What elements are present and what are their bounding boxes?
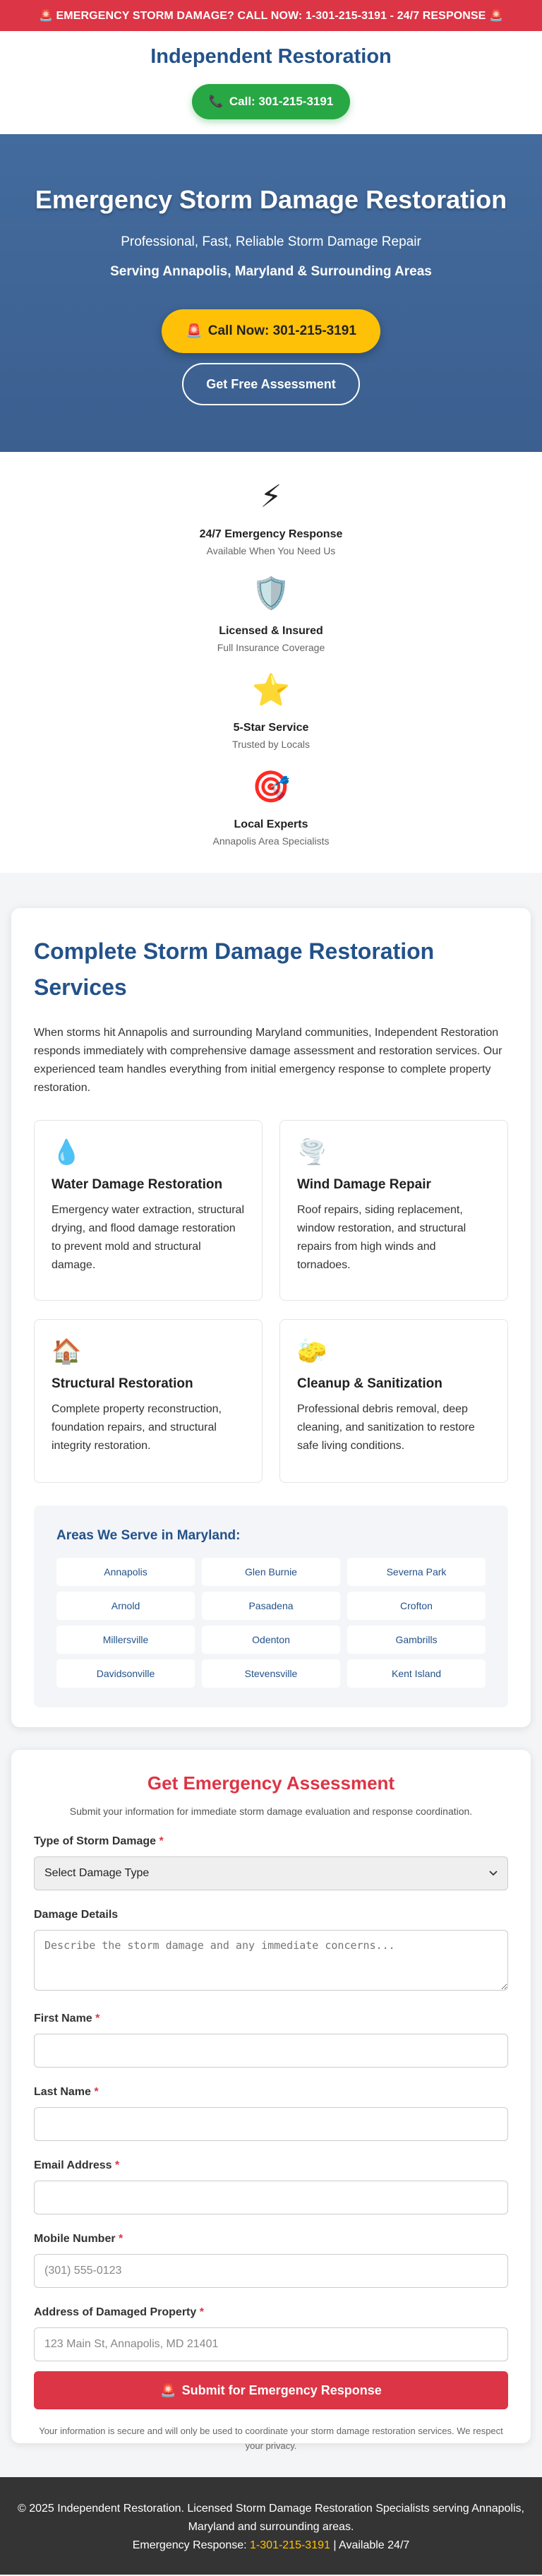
chevron-down-icon bbox=[489, 1871, 498, 1876]
free-assessment-button[interactable]: Get Free Assessment bbox=[182, 363, 360, 405]
house-icon: 🏠 bbox=[52, 1338, 82, 1365]
phone-label: Mobile Number * bbox=[34, 2233, 124, 2245]
trust-title: 24/7 Emergency Response bbox=[199, 528, 343, 540]
address-label: Address of Damaged Property * bbox=[34, 2306, 204, 2318]
hero-location: Serving Annapolis, Maryland & Surroundin… bbox=[110, 264, 432, 279]
phone-icon: 📞 bbox=[208, 95, 224, 108]
submit-label: Submit for Emergency Response bbox=[181, 2383, 382, 2397]
email-field[interactable] bbox=[34, 2181, 508, 2214]
service-card: 🌪️ Wind Damage Repair Roof repairs, sidi… bbox=[279, 1120, 508, 1301]
damage-type-label: Type of Storm Damage * bbox=[34, 1835, 164, 1847]
address-field[interactable] bbox=[34, 2327, 508, 2361]
service-card: 💧 Water Damage Restoration Emergency wat… bbox=[34, 1120, 263, 1301]
call-now-label: Call Now: 301-215-3191 bbox=[207, 323, 356, 338]
last-name-field[interactable] bbox=[34, 2107, 508, 2141]
assessment-form: Get Emergency Assessment Submit your inf… bbox=[11, 1750, 531, 2451]
trust-subtitle: Full Insurance Coverage bbox=[217, 642, 325, 653]
services-intro: When storms hit Annapolis and surroundin… bbox=[34, 1027, 502, 1094]
first-name-field[interactable] bbox=[34, 2034, 508, 2068]
area-item: Crofton bbox=[347, 1592, 486, 1620]
tornado-icon: 🌪️ bbox=[297, 1139, 327, 1166]
trust-item: ⚡ 24/7 Emergency Response Available When… bbox=[200, 479, 343, 576]
services-section: Complete Storm Damage Restoration Servic… bbox=[11, 908, 531, 1727]
hero-section: Emergency Storm Damage Restoration Profe… bbox=[0, 134, 542, 452]
submit-button[interactable]: 🚨 Submit for Emergency Response bbox=[34, 2371, 508, 2409]
email-label: Email Address * bbox=[34, 2159, 120, 2171]
trust-badges: ⚡ 24/7 Emergency Response Available When… bbox=[0, 452, 542, 873]
trust-item: ⭐ 5-Star Service Trusted by Locals bbox=[232, 672, 310, 769]
trust-title: 5-Star Service bbox=[233, 722, 309, 734]
area-item: Severna Park bbox=[347, 1558, 486, 1586]
trust-item: 🛡️ Licensed & Insured Full Insurance Cov… bbox=[217, 576, 325, 672]
area-item: Pasadena bbox=[202, 1592, 340, 1620]
area-item: Gambrills bbox=[347, 1626, 486, 1654]
emergency-banner: 🚨 EMERGENCY STORM DAMAGE? CALL NOW: 1-30… bbox=[0, 0, 542, 31]
call-button[interactable]: 📞 Call: 301-215-3191 bbox=[191, 84, 351, 119]
first-name-label: First Name * bbox=[34, 2012, 100, 2025]
areas-title: Areas We Serve in Maryland: bbox=[56, 1528, 241, 1543]
call-now-button[interactable]: 🚨 Call Now: 301-215-3191 bbox=[162, 309, 380, 353]
area-item: Annapolis bbox=[56, 1558, 195, 1586]
area-item: Stevensville bbox=[202, 1659, 340, 1688]
footer-phone-link[interactable]: 1-301-215-3191 bbox=[250, 2539, 330, 2551]
damage-type-value: Select Damage Type bbox=[44, 1867, 150, 1879]
star-icon: ⭐ bbox=[251, 673, 291, 708]
service-description: Complete property reconstruction, founda… bbox=[52, 1403, 222, 1452]
form-note: Submit your information for immediate st… bbox=[69, 1806, 473, 1817]
service-areas: Areas We Serve in Maryland: Annapolis Gl… bbox=[34, 1505, 508, 1707]
siren-icon: 🚨 bbox=[160, 2383, 176, 2397]
shield-icon: 🛡️ bbox=[251, 576, 291, 611]
service-card: 🧽 Cleanup & Sanitization Professional de… bbox=[279, 1319, 508, 1483]
form-title: Get Emergency Assessment bbox=[147, 1772, 395, 1794]
trust-title: Licensed & Insured bbox=[219, 625, 323, 637]
area-item: Arnold bbox=[56, 1592, 195, 1620]
trust-subtitle: Annapolis Area Specialists bbox=[212, 835, 330, 847]
area-item: Millersville bbox=[56, 1626, 195, 1654]
service-description: Emergency water extraction, structural d… bbox=[52, 1204, 244, 1271]
call-button-label: Call: 301-215-3191 bbox=[229, 95, 334, 108]
hero-title: Emergency Storm Damage Restoration bbox=[35, 185, 507, 214]
target-icon: 🎯 bbox=[251, 770, 291, 804]
service-title: Water Damage Restoration bbox=[52, 1177, 223, 1192]
damage-type-select[interactable]: Select Damage Type bbox=[34, 1856, 508, 1890]
area-item: Glen Burnie bbox=[202, 1558, 340, 1586]
details-label: Damage Details bbox=[34, 1909, 119, 1921]
area-item: Odenton bbox=[202, 1626, 340, 1654]
sponge-icon: 🧽 bbox=[297, 1338, 327, 1365]
lightning-icon: ⚡ bbox=[260, 479, 282, 514]
last-name-label: Last Name * bbox=[34, 2086, 99, 2098]
areas-grid: Annapolis Glen Burnie Severna Park Arnol… bbox=[56, 1558, 486, 1688]
privacy-note: Your information is secure and will only… bbox=[39, 2426, 503, 2451]
service-title: Wind Damage Repair bbox=[297, 1177, 431, 1192]
brand-name: Independent Restoration bbox=[150, 45, 392, 68]
trust-subtitle: Trusted by Locals bbox=[232, 739, 310, 750]
phone-field[interactable] bbox=[34, 2254, 508, 2288]
site-footer: © 2025 Independent Restoration. Licensed… bbox=[0, 2477, 542, 2575]
service-description: Professional debris removal, deep cleani… bbox=[297, 1403, 475, 1452]
service-title: Cleanup & Sanitization bbox=[297, 1376, 442, 1391]
services-title: Complete Storm Damage Restoration Servic… bbox=[34, 938, 435, 1000]
siren-icon: 🚨 bbox=[186, 324, 203, 339]
services-grid: 💧 Water Damage Restoration Emergency wat… bbox=[34, 1120, 508, 1483]
service-description: Roof repairs, siding replacement, window… bbox=[297, 1204, 466, 1271]
trust-item: 🎯 Local Experts Annapolis Area Specialis… bbox=[213, 769, 330, 866]
damage-details-field[interactable] bbox=[34, 1930, 508, 1991]
service-title: Structural Restoration bbox=[52, 1376, 193, 1391]
area-item: Kent Island bbox=[347, 1659, 486, 1688]
area-item: Davidsonville bbox=[56, 1659, 195, 1688]
trust-subtitle: Available When You Need Us bbox=[206, 545, 336, 556]
hero-subtitle: Professional, Fast, Reliable Storm Damag… bbox=[121, 234, 421, 249]
water-drop-icon: 💧 bbox=[52, 1139, 82, 1166]
footer-copyright: © 2025 Independent Restoration. Licensed… bbox=[18, 2503, 524, 2533]
trust-title: Local Experts bbox=[234, 818, 308, 830]
site-header: Independent Restoration 📞 Call: 301-215-… bbox=[0, 31, 542, 134]
service-card: 🏠 Structural Restoration Complete proper… bbox=[34, 1319, 263, 1483]
footer-emergency: Emergency Response: 1-301-215-3191 | Ava… bbox=[132, 2539, 410, 2551]
